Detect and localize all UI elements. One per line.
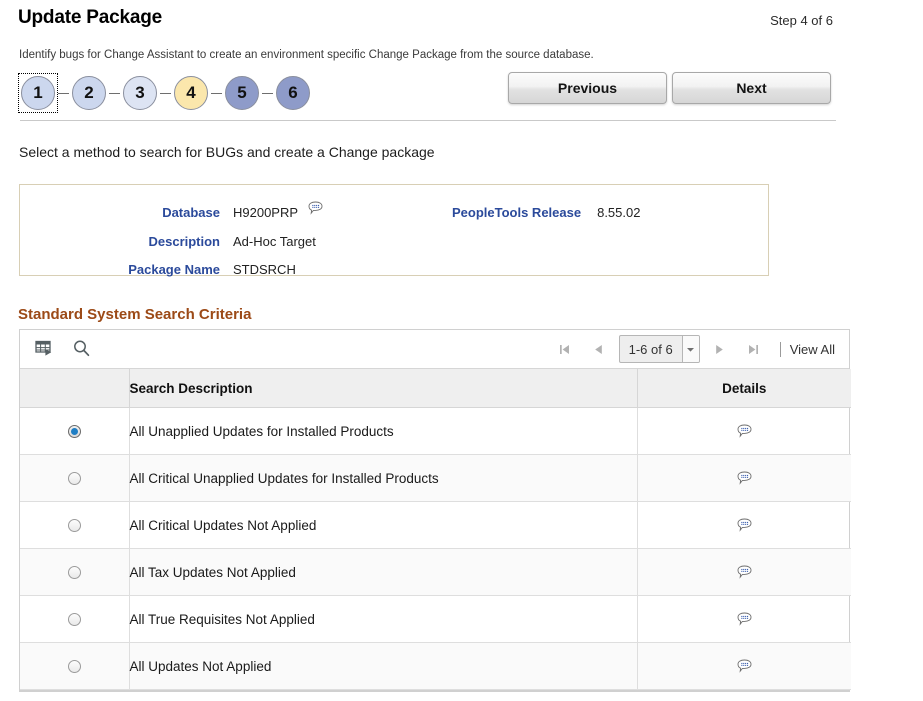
row-select-cell: [20, 454, 130, 502]
step-indicator-3[interactable]: 3: [120, 73, 160, 113]
details-cell: [637, 407, 851, 455]
peopletools-release-row: PeopleTools Release 8.55.02: [452, 202, 640, 222]
search-description-cell: All Updates Not Applied: [129, 642, 638, 690]
page-header: Update Package Step 4 of 6: [0, 0, 923, 44]
step-indicator-4[interactable]: 4: [171, 73, 211, 113]
table-row[interactable]: All Updates Not Applied: [20, 642, 851, 690]
comment-bubble-icon[interactable]: [736, 423, 753, 440]
step-circle-5: 5: [225, 76, 259, 110]
package-name-value: STDSRCH: [233, 261, 296, 277]
search-description-cell: All Critical Updates Not Applied: [129, 501, 638, 549]
search-criteria-radio[interactable]: [67, 519, 81, 533]
page-range-label: 1-6 of 6: [628, 341, 673, 357]
comment-bubble-icon[interactable]: [736, 517, 753, 534]
step-indicator-6[interactable]: 6: [273, 73, 313, 113]
sub-instruction-text: Select a method to search for BUGs and c…: [19, 144, 435, 160]
pager-divider: [779, 341, 781, 357]
step-indicator-5[interactable]: 5: [222, 73, 262, 113]
table-row[interactable]: All Unapplied Updates for Installed Prod…: [20, 407, 851, 455]
comment-bubble-icon[interactable]: [736, 658, 753, 675]
instruction-text: Identify bugs for Change Assistant to cr…: [19, 49, 594, 61]
step-indicator-1[interactable]: 1: [18, 73, 58, 113]
step-connector: [109, 92, 120, 94]
step-connector: [160, 92, 171, 94]
search-criteria-table: Search Description Details All Unapplied…: [20, 369, 851, 690]
comment-bubble-icon[interactable]: [736, 470, 753, 487]
comment-bubble-icon[interactable]: [736, 611, 753, 628]
peopletools-release-label: PeopleTools Release: [452, 204, 582, 220]
database-value: H9200PRP: [233, 204, 299, 220]
table-header-row: Search Description Details: [20, 369, 851, 408]
view-all-link[interactable]: View All: [790, 342, 841, 357]
search-description-cell: All Unapplied Updates for Installed Prod…: [129, 407, 638, 455]
step-connector: [262, 92, 273, 94]
step-train: 123456: [18, 70, 313, 116]
description-label: Description: [148, 233, 220, 249]
comment-bubble-icon[interactable]: [307, 200, 324, 217]
environment-info-panel: Database H9200PRP Description Ad-Hoc Tar…: [19, 184, 769, 279]
grid-personalize-icon[interactable]: [35, 339, 54, 358]
previous-button[interactable]: Previous: [508, 72, 667, 104]
search-icon[interactable]: [72, 339, 91, 358]
step-circle-4: 4: [174, 76, 208, 110]
row-select-cell: [20, 642, 130, 690]
step-circle-3: 3: [123, 76, 157, 110]
row-select-cell: [20, 501, 130, 549]
database-row: Database H9200PRP: [20, 200, 324, 222]
step-counter: Step 4 of 6: [770, 13, 833, 28]
step-circle-2: 2: [72, 76, 106, 110]
row-select-cell: [20, 595, 130, 643]
column-header-select: [20, 369, 130, 408]
description-row: Description Ad-Hoc Target: [20, 231, 316, 251]
table-row[interactable]: All Critical Updates Not Applied: [20, 501, 851, 549]
first-page-icon[interactable]: [548, 330, 582, 368]
table-row[interactable]: All True Requisites Not Applied: [20, 595, 851, 643]
search-criteria-radio[interactable]: [67, 566, 81, 580]
grid-toolbar: 1-6 of 6 View All: [20, 330, 849, 369]
step-indicator-2[interactable]: 2: [69, 73, 109, 113]
comment-bubble-icon[interactable]: [736, 564, 753, 581]
details-cell: [637, 595, 851, 643]
page-range-selector[interactable]: 1-6 of 6: [618, 335, 700, 363]
database-label: Database: [162, 204, 220, 220]
step-circle-1: 1: [21, 76, 55, 110]
column-header-details: Details: [637, 369, 851, 408]
chevron-down-icon[interactable]: [681, 336, 699, 362]
peopletools-release-value: 8.55.02: [597, 204, 641, 220]
search-description-cell: All Tax Updates Not Applied: [129, 548, 638, 596]
row-select-cell: [20, 548, 130, 596]
next-page-icon[interactable]: [703, 330, 737, 368]
grid-pager: 1-6 of 6 View All: [548, 330, 841, 368]
search-criteria-radio[interactable]: [67, 613, 81, 627]
column-header-search-description: Search Description: [129, 369, 638, 408]
package-name-row: Package Name STDSRCH: [20, 259, 296, 279]
step-circle-6: 6: [276, 76, 310, 110]
last-page-icon[interactable]: [737, 330, 771, 368]
section-title: Standard System Search Criteria: [18, 306, 252, 323]
details-cell: [637, 501, 851, 549]
search-description-cell: All Critical Unapplied Updates for Insta…: [129, 454, 638, 502]
description-value: Ad-Hoc Target: [233, 233, 316, 249]
previous-page-icon[interactable]: [582, 330, 616, 368]
details-cell: [637, 642, 851, 690]
search-criteria-radio[interactable]: [67, 660, 81, 674]
package-name-label: Package Name: [128, 261, 220, 277]
search-criteria-radio[interactable]: [67, 425, 81, 439]
table-row[interactable]: All Critical Unapplied Updates for Insta…: [20, 454, 851, 502]
search-criteria-grid: 1-6 of 6 View All Search Description Det…: [19, 329, 851, 692]
step-connector: [211, 92, 222, 94]
header-divider: [20, 120, 836, 121]
row-select-cell: [20, 407, 130, 455]
search-criteria-radio[interactable]: [67, 472, 81, 486]
step-connector: [58, 92, 69, 94]
details-cell: [637, 454, 851, 502]
next-button[interactable]: Next: [672, 72, 831, 104]
page-title: Update Package: [18, 7, 162, 28]
table-row[interactable]: All Tax Updates Not Applied: [20, 548, 851, 596]
details-cell: [637, 548, 851, 596]
search-description-cell: All True Requisites Not Applied: [129, 595, 638, 643]
